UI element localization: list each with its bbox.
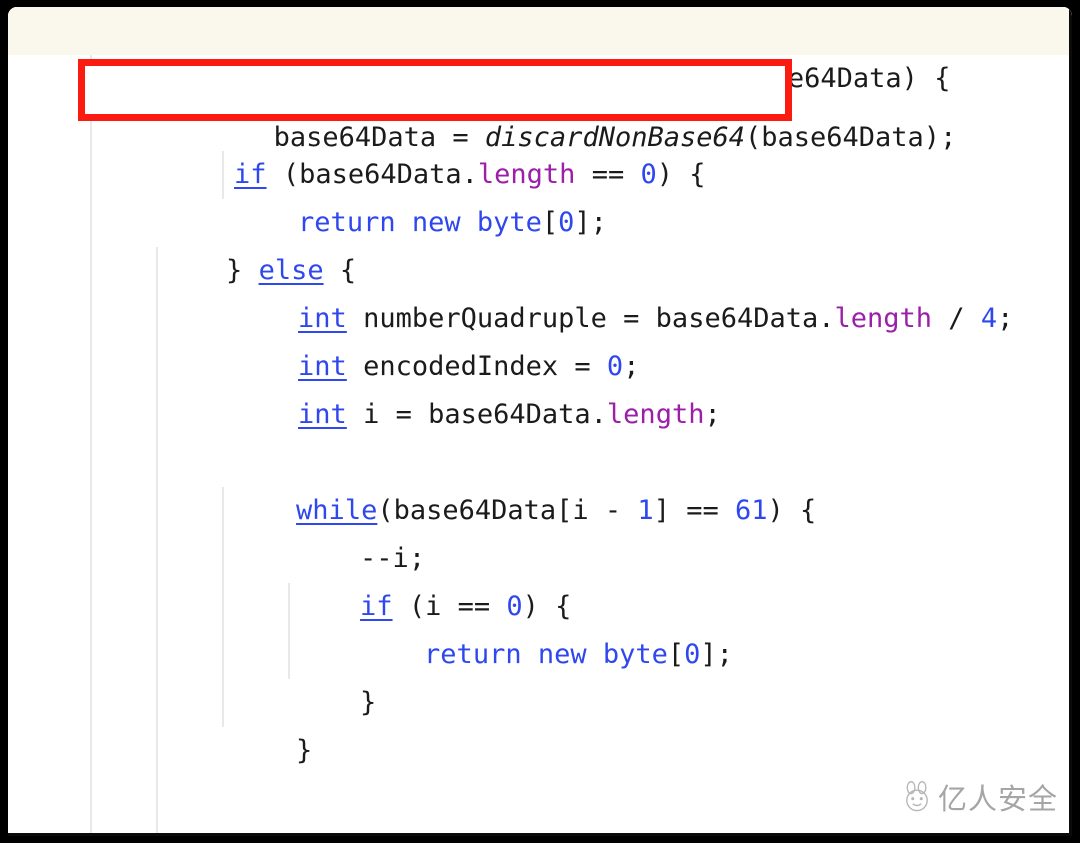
screenshot-root: public static byte[] decode(byte[] base6… bbox=[0, 0, 1080, 843]
red-annotation-rectangle: base64Data = discardNonBase64(base64Data… bbox=[78, 59, 956, 153]
code-line-7[interactable]: int encodedIndex = 0; bbox=[8, 295, 1072, 382]
code-line-10[interactable]: while(base64Data[i - 1] == 61) { bbox=[8, 439, 1072, 526]
code-editor-surface[interactable]: public static byte[] decode(byte[] base6… bbox=[8, 7, 1072, 836]
code-card: public static byte[] decode(byte[] base6… bbox=[8, 7, 1072, 836]
token-var-base64data: base64Data bbox=[273, 122, 437, 153]
code-line-12[interactable]: if (i == 0) { bbox=[8, 535, 1072, 622]
code-line-13[interactable]: return new byte[0]; bbox=[8, 583, 1072, 670]
code-line-17[interactable]: byte[] decodedData = new byte[i - number… bbox=[8, 775, 1072, 836]
code-line-15[interactable]: } bbox=[8, 679, 1072, 766]
code-line-16-blank[interactable] bbox=[8, 727, 1072, 775]
code-line-9-blank[interactable] bbox=[8, 391, 1072, 439]
card-right-edge bbox=[1069, 7, 1072, 836]
card-bottom-edge bbox=[8, 833, 1072, 836]
token-assign: = bbox=[436, 122, 485, 153]
code-line-2[interactable]: base64Data = discardNonBase64(base64Data… bbox=[111, 66, 957, 153]
token-call-discardnonbase64: discardNonBase64 bbox=[484, 122, 745, 153]
token-call-args: (base64Data); bbox=[745, 122, 957, 153]
code-line-1[interactable]: public static byte[] decode(byte[] base6… bbox=[8, 7, 1072, 94]
code-line-6[interactable]: int numberQuadruple = base64Data.length … bbox=[8, 247, 1072, 334]
code-line-8[interactable]: int i = base64Data.length; bbox=[8, 343, 1072, 430]
code-line-14[interactable]: } bbox=[8, 631, 1072, 718]
code-line-11[interactable]: --i; bbox=[8, 487, 1072, 574]
